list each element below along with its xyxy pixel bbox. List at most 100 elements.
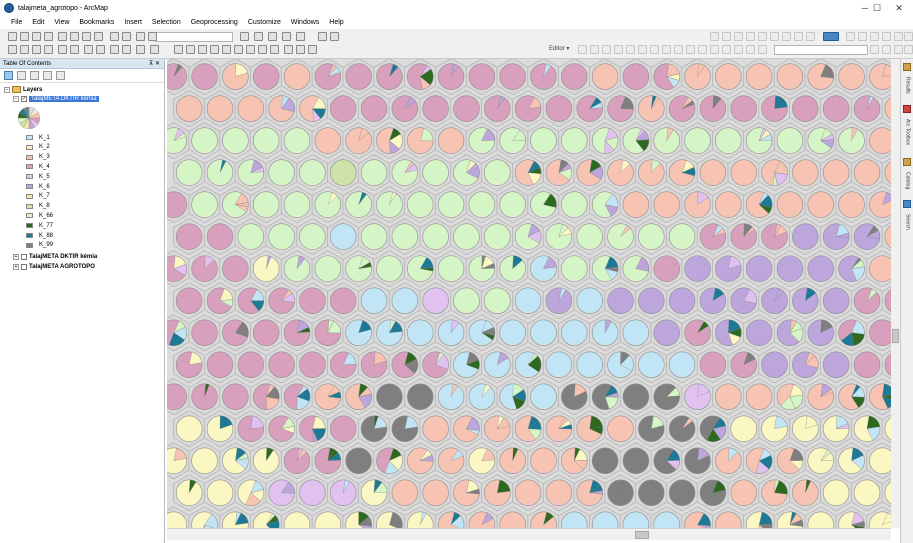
pie-chart[interactable] [360,95,388,122]
pie-chart[interactable] [745,63,773,90]
pie-chart[interactable] [607,415,634,442]
pie-chart[interactable] [468,63,496,90]
pie-chart[interactable] [283,63,311,90]
pie-chart[interactable] [391,287,419,314]
menu-edit[interactable]: Edit [27,19,49,26]
toolbar-button-icon[interactable] [270,45,279,54]
pie-chart[interactable] [638,287,665,314]
toolbar-button-icon[interactable] [174,45,183,54]
pie-chart[interactable] [453,287,480,314]
pie-chart[interactable] [822,479,850,507]
menu-windows[interactable]: Windows [286,19,324,26]
pie-chart[interactable] [622,447,650,475]
toolbar-button-icon[interactable] [20,32,29,41]
pie-chart[interactable] [407,191,434,218]
layer-visibility-checkbox[interactable] [21,253,27,260]
editor-menu-button[interactable]: Editor ▾ [549,45,569,52]
pie-chart[interactable] [268,159,295,186]
pie-chart[interactable] [561,191,588,218]
toolbar-button-icon[interactable] [8,32,17,41]
pie-chart[interactable] [545,351,573,378]
pie-chart[interactable] [807,191,834,218]
toolbar-button-icon[interactable] [746,45,755,54]
pie-chart[interactable] [437,255,465,282]
hexbin-pie-map[interactable] [167,59,891,528]
pie-chart[interactable] [299,351,326,378]
toolbar-button-icon[interactable] [674,45,683,54]
pie-chart[interactable] [191,191,218,218]
toolbar-button-icon[interactable] [186,45,195,54]
pie-chart[interactable] [360,287,388,314]
pie-chart[interactable] [237,351,265,378]
pie-chart[interactable] [668,223,696,250]
toolbar-button-icon[interactable] [904,45,913,54]
toolbar-button-icon[interactable] [246,45,255,54]
pie-chart[interactable] [376,255,403,282]
pie-chart[interactable] [222,127,249,154]
pie-chart[interactable] [252,127,280,154]
pie-chart[interactable] [437,191,465,218]
selected-layer-label[interactable]: TalajMETA DKTIR kémia [29,95,99,102]
toolbar-button-icon[interactable] [870,45,879,54]
pie-chart[interactable] [484,159,511,186]
pie-chart[interactable] [561,319,588,346]
toolbar-button-icon[interactable] [722,45,731,54]
toolbar-button-icon[interactable] [44,45,53,54]
toolbar-button-icon[interactable] [746,32,755,41]
pie-chart[interactable] [668,351,696,378]
pie-chart[interactable] [561,63,588,90]
pie-chart[interactable] [191,63,218,90]
horizontal-scroll-thumb[interactable] [635,531,649,539]
pie-chart[interactable] [530,127,557,154]
toolbar-button-icon[interactable] [734,32,743,41]
pie-chart[interactable] [591,447,619,475]
toolbar-button-icon[interactable] [254,32,263,41]
pie-chart[interactable] [638,479,665,507]
pie-chart[interactable] [576,223,603,250]
layer-visibility-checkbox[interactable] [21,263,27,270]
pie-chart[interactable] [792,159,819,186]
toolbar-button-icon[interactable] [222,45,231,54]
pie-chart[interactable] [499,319,526,346]
pie-chart[interactable] [514,479,542,507]
toolbar-button-icon[interactable] [150,45,159,54]
vertical-scrollbar[interactable] [891,59,900,528]
layer-row-dktir[interactable]: + TalajMETA DKTIR kémia [13,252,97,261]
pie-chart[interactable] [622,383,650,410]
pie-chart[interactable] [314,127,342,154]
menu-geoprocessing[interactable]: Geoprocessing [186,19,243,26]
pie-chart[interactable] [329,223,357,250]
pie-chart[interactable] [422,415,449,442]
pie-chart[interactable] [314,255,342,282]
pie-chart[interactable] [175,95,203,122]
pie-chart[interactable] [453,95,480,122]
toolbar-button-icon[interactable] [258,45,267,54]
pie-chart[interactable] [391,479,419,507]
toolbar-button-icon[interactable] [20,45,29,54]
pie-chart[interactable] [776,255,804,282]
pie-chart[interactable] [422,95,449,122]
pie-chart[interactable] [268,223,295,250]
pie-chart[interactable] [499,63,526,90]
pie-chart[interactable] [730,159,757,186]
pie-chart[interactable] [191,127,218,154]
toolbar-button-icon[interactable] [602,45,611,54]
toolbar-button-icon[interactable] [578,45,587,54]
collapse-icon[interactable]: − [13,95,19,102]
pie-chart[interactable] [283,191,311,218]
pie-chart[interactable] [175,287,203,314]
pie-chart[interactable] [299,479,326,507]
pie-chart[interactable] [822,159,850,186]
pie-chart[interactable] [776,63,804,90]
toolbar-button-icon[interactable] [894,45,903,54]
pie-chart[interactable] [622,319,650,346]
pie-chart[interactable] [730,95,757,122]
pie-chart[interactable] [576,287,603,314]
pie-chart[interactable] [252,63,280,90]
toolbar-button-icon[interactable] [58,32,67,41]
pie-chart[interactable] [252,191,280,218]
toolbar-button-icon[interactable] [882,45,891,54]
pie-chart[interactable] [268,351,295,378]
list-by-drawing-order-icon[interactable] [4,71,13,80]
pie-chart[interactable] [329,95,357,122]
